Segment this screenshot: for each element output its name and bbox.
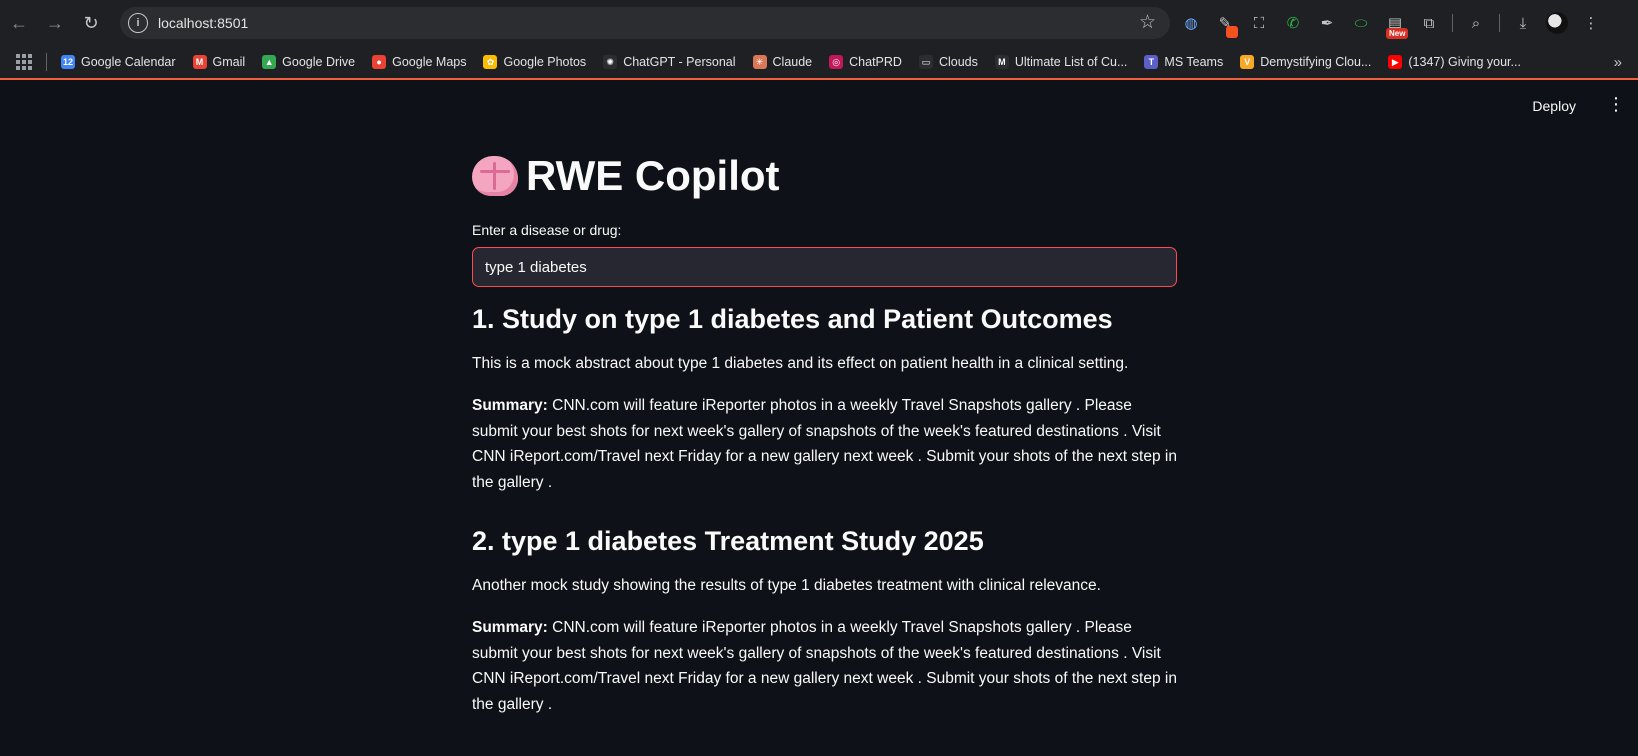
extension-green-icon[interactable]: ⬭ bbox=[1350, 12, 1372, 34]
reload-icon[interactable]: ↻ bbox=[74, 6, 108, 40]
bookmark-label: Gmail bbox=[212, 55, 246, 69]
ms-teams-icon: T bbox=[1144, 55, 1159, 69]
google-maps-icon: ● bbox=[372, 55, 387, 69]
extension-pen-icon[interactable]: ✒ bbox=[1316, 12, 1338, 34]
extension-recorder-icon[interactable]: ✎ bbox=[1214, 12, 1238, 38]
bookmark-label: Google Drive bbox=[282, 55, 356, 69]
page-title-text: RWE Copilot bbox=[526, 152, 780, 199]
brain-icon bbox=[472, 156, 518, 196]
address-bar[interactable]: i localhost:8501 ☆ bbox=[120, 7, 1170, 39]
result-card-1: 1. Study on type 1 diabetes and Patient … bbox=[472, 304, 1177, 495]
download-icon[interactable]: ⤓ bbox=[1512, 12, 1534, 34]
apps-grid-icon[interactable] bbox=[16, 54, 32, 70]
google-drive-icon: ▲ bbox=[262, 55, 277, 69]
chatprd-icon: ◎ bbox=[829, 55, 844, 69]
result-abstract: This is a mock abstract about type 1 dia… bbox=[472, 355, 1129, 372]
bookmarks-divider bbox=[46, 53, 47, 71]
summary-label: Summary: bbox=[472, 397, 548, 414]
search-input-label: Enter a disease or drug: bbox=[472, 222, 622, 238]
bookmark-list: 12 Google Calendar M Gmail ▲ Google Drive ● Goo… bbox=[61, 55, 1538, 69]
result-abstract: Another mock study showing the results o… bbox=[472, 577, 1101, 594]
bookmark-label: ChatGPT - Personal bbox=[623, 55, 736, 69]
bookmark-label: (1347) Giving your... bbox=[1408, 55, 1521, 69]
main-menu-icon[interactable]: ⋮ bbox=[1607, 94, 1625, 115]
bookmark-item[interactable]: ✺ ChatGPT - Personal bbox=[603, 55, 736, 69]
extensions-puzzle-icon[interactable]: ⧉ bbox=[1418, 12, 1440, 34]
streamlit-app: Deploy ⋮ RWE Copilot Enter a disease or … bbox=[0, 82, 1638, 756]
more-bookmarks-chevron-icon[interactable]: » bbox=[1614, 54, 1622, 71]
bookmark-label: MS Teams bbox=[1164, 55, 1224, 69]
bookmark-item[interactable]: M Gmail bbox=[192, 55, 246, 69]
bookmark-item[interactable]: ▶ (1347) Giving your... bbox=[1388, 55, 1521, 69]
bookmark-item[interactable]: T MS Teams bbox=[1144, 55, 1223, 69]
bookmark-label: Clouds bbox=[938, 55, 978, 69]
url-text[interactable]: localhost:8501 bbox=[158, 15, 248, 31]
bookmark-item[interactable]: V Demystifying Clou... bbox=[1240, 55, 1371, 69]
browser-toolbar: ← → ↻ i localhost:8501 ☆ ◍ ✎ ⛶ ✆ ✒ ⬭ ▤ Ne… bbox=[0, 0, 1638, 46]
bookmark-label: Demystifying Clou... bbox=[1260, 55, 1372, 69]
bookmark-item[interactable]: 12 Google Calendar bbox=[61, 55, 176, 69]
toolbar-divider bbox=[1452, 14, 1453, 32]
summary-text: CNN.com will feature iReporter photos in… bbox=[472, 619, 1177, 713]
tab-search-icon[interactable]: ⌕ bbox=[1465, 12, 1487, 34]
back-arrow-icon[interactable]: ← bbox=[2, 6, 36, 40]
bookmark-item[interactable]: ▭ Clouds bbox=[918, 55, 978, 69]
screenshot-crop-icon[interactable]: ⛶ bbox=[1248, 12, 1270, 34]
browser-menu-icon[interactable]: ⋮ bbox=[1580, 12, 1602, 34]
summary-text: CNN.com will feature iReporter photos in… bbox=[472, 397, 1177, 491]
bookmark-item[interactable]: ◎ ChatPRD bbox=[829, 55, 902, 69]
result-summary: Summary: CNN.com will feature iReporter … bbox=[472, 615, 1177, 717]
new-badge: New bbox=[1386, 28, 1409, 39]
bookmark-item[interactable]: ✿ Google Photos bbox=[483, 55, 586, 69]
bookmark-label: Ultimate List of Cu... bbox=[1014, 55, 1128, 69]
bookmark-label: ChatPRD bbox=[849, 55, 902, 69]
deploy-button[interactable]: Deploy bbox=[1532, 98, 1576, 114]
result-title: 1. Study on type 1 diabetes and Patient … bbox=[472, 304, 1113, 334]
bookmark-item[interactable]: ▲ Google Drive bbox=[262, 55, 355, 69]
summary-label: Summary: bbox=[472, 619, 548, 636]
google-photos-icon: ✿ bbox=[483, 55, 498, 69]
result-title: 2. type 1 diabetes Treatment Study 2025 bbox=[472, 526, 984, 556]
bookmark-label: Google Photos bbox=[503, 55, 587, 69]
extension-new-icon[interactable]: ▤ New bbox=[1384, 12, 1409, 39]
profile-avatar[interactable] bbox=[1546, 12, 1568, 34]
extension-globe-icon[interactable]: ◍ bbox=[1180, 12, 1202, 34]
extensions-tray: ◍ ✎ ⛶ ✆ ✒ ⬭ ▤ New ⧉ ⌕ ⤓ ⋮ bbox=[1180, 8, 1602, 39]
bookmark-label: Google Maps bbox=[392, 55, 467, 69]
site-info-icon[interactable]: i bbox=[128, 13, 148, 33]
claude-icon: ✳ bbox=[752, 55, 767, 69]
forward-arrow-icon[interactable]: → bbox=[38, 6, 72, 40]
gmail-icon: M bbox=[192, 55, 207, 69]
bookmark-star-icon[interactable]: ☆ bbox=[1139, 11, 1156, 34]
bookmark-item[interactable]: M Ultimate List of Cu... bbox=[994, 55, 1128, 69]
toolbar-divider bbox=[1499, 14, 1500, 32]
page-title: RWE Copilot bbox=[472, 152, 780, 200]
youtube-icon: ▶ bbox=[1388, 55, 1403, 69]
google-calendar-icon: 12 bbox=[61, 55, 75, 69]
disease-drug-input[interactable] bbox=[472, 247, 1177, 287]
bookmark-label: Claude bbox=[772, 55, 813, 69]
bookmark-item[interactable]: ● Google Maps bbox=[372, 55, 466, 69]
result-summary: Summary: CNN.com will feature iReporter … bbox=[472, 393, 1177, 495]
bookmark-label: Google Calendar bbox=[81, 55, 176, 69]
chatgpt-icon: ✺ bbox=[603, 55, 618, 69]
bookmark-item[interactable]: ✳ Claude bbox=[752, 55, 813, 69]
extension-phone-icon[interactable]: ✆ bbox=[1282, 12, 1304, 34]
v-icon: V bbox=[1240, 55, 1255, 69]
folder-icon: ▭ bbox=[918, 55, 933, 69]
result-card-2: 2. type 1 diabetes Treatment Study 2025 … bbox=[472, 526, 1177, 717]
medium-icon: M bbox=[994, 55, 1009, 69]
bookmarks-bar: 12 Google Calendar M Gmail ▲ Google Drive ● Goo… bbox=[0, 46, 1638, 80]
